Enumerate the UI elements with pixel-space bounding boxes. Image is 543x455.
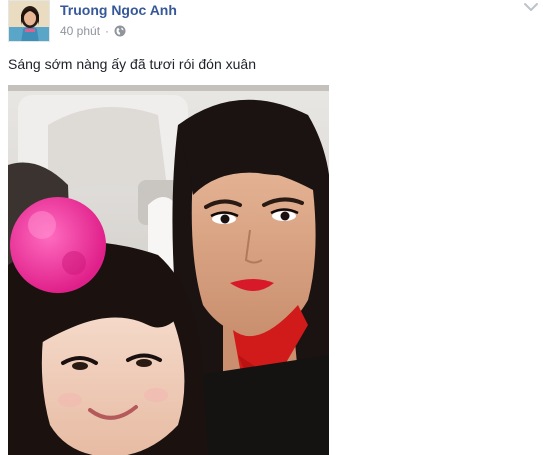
- author-name-link[interactable]: Truong Ngoc Anh: [60, 2, 177, 18]
- selfie-image: [8, 85, 329, 455]
- globe-icon[interactable]: [114, 25, 126, 37]
- post-photo[interactable]: [8, 85, 329, 455]
- feed-post: Truong Ngoc Anh 40 phút · Sáng sớm nàng …: [0, 0, 543, 455]
- post-timestamp[interactable]: 40 phút: [60, 24, 100, 38]
- author-avatar[interactable]: [8, 0, 50, 42]
- chevron-down-icon[interactable]: [523, 0, 539, 12]
- post-meta: 40 phút ·: [60, 24, 126, 38]
- post-caption: Sáng sớm nàng ấy đã tươi rói đón xuân: [8, 56, 256, 72]
- avatar-image: [9, 1, 49, 41]
- meta-separator: ·: [105, 24, 110, 38]
